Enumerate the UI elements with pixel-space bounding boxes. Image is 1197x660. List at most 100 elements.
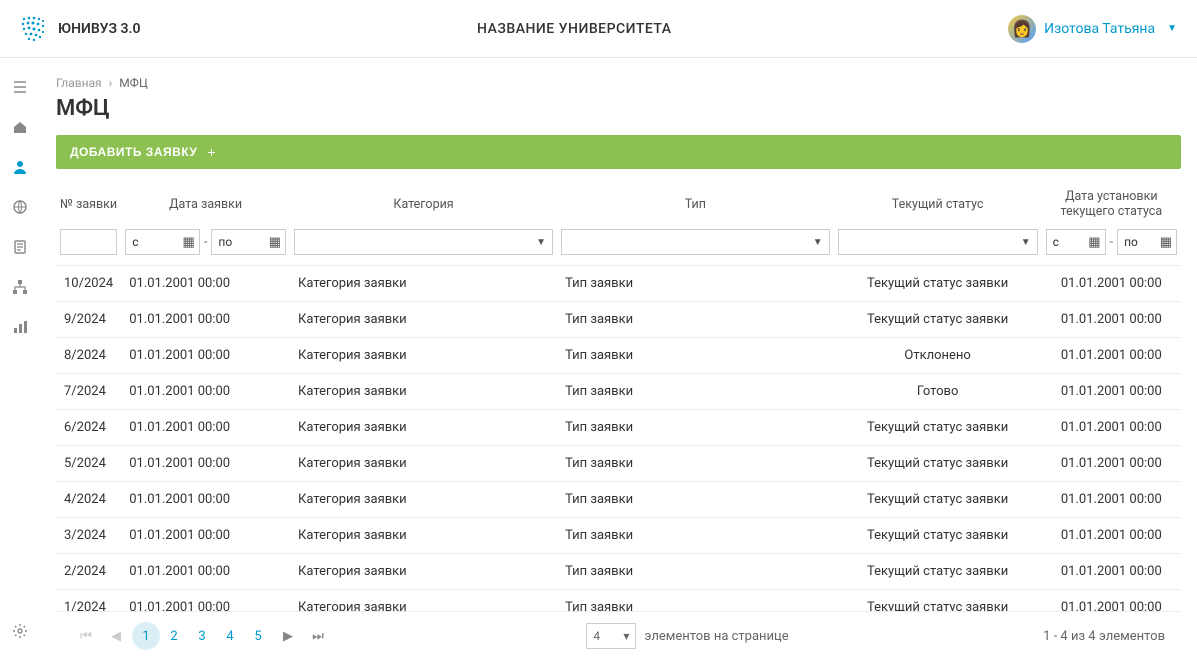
cell-cat: Категория заявки <box>290 410 557 446</box>
pager-page[interactable]: 4 <box>216 622 244 650</box>
cell-status-date: 01.01.2001 00:00 <box>1042 554 1181 590</box>
pager-prev[interactable]: ◀ <box>102 622 130 650</box>
cell-status-date: 01.01.2001 00:00 <box>1042 338 1181 374</box>
table-row[interactable]: 2/202401.01.2001 00:00Категория заявкиТи… <box>56 554 1181 590</box>
menu-icon[interactable] <box>11 78 29 96</box>
table-row[interactable]: 3/202401.01.2001 00:00Категория заявкиТи… <box>56 518 1181 554</box>
cell-status: Готово <box>834 374 1042 410</box>
breadcrumb-root[interactable]: Главная <box>56 76 102 90</box>
cell-status: Текущий статус заявки <box>834 482 1042 518</box>
per-page-label: элементов на странице <box>644 629 788 644</box>
col-num[interactable]: № заявки <box>56 183 121 225</box>
col-type[interactable]: Тип <box>557 183 834 225</box>
cell-status: Текущий статус заявки <box>834 266 1042 302</box>
pager-first[interactable]: ⏮ <box>72 622 100 650</box>
cell-cat: Категория заявки <box>290 518 557 554</box>
cell-status: Текущий статус заявки <box>834 554 1042 590</box>
cell-type: Тип заявки <box>557 266 834 302</box>
cell-num: 1/2024 <box>56 590 121 612</box>
user-menu[interactable]: 👩 Изотова Татьяна ▼ <box>1008 15 1177 43</box>
breadcrumb-current: МФЦ <box>119 76 148 90</box>
pager-last[interactable]: ⏭ <box>304 622 332 650</box>
add-request-button[interactable]: ДОБАВИТЬ ЗАЯВКУ + <box>56 135 1181 169</box>
pager-page[interactable]: 2 <box>160 622 188 650</box>
pager-info: 1 - 4 из 4 элементов <box>1043 629 1165 644</box>
cell-status: Текущий статус заявки <box>834 302 1042 338</box>
pager-page[interactable]: 3 <box>188 622 216 650</box>
table-row[interactable]: 6/202401.01.2001 00:00Категория заявкиТи… <box>56 410 1181 446</box>
cell-date: 01.01.2001 00:00 <box>121 374 290 410</box>
cell-cat: Категория заявки <box>290 266 557 302</box>
filter-num-input[interactable] <box>60 229 117 255</box>
cell-status: Текущий статус заявки <box>834 590 1042 612</box>
filter-cat-dropdown[interactable]: ▼ <box>294 229 553 255</box>
app-header: ЮНИВУЗ 3.0 НАЗВАНИЕ УНИВЕРСИТЕТА 👩 Изото… <box>0 0 1197 58</box>
home-icon[interactable] <box>11 118 29 136</box>
cell-cat: Категория заявки <box>290 302 557 338</box>
table-row[interactable]: 7/202401.01.2001 00:00Категория заявкиТи… <box>56 374 1181 410</box>
cell-num: 5/2024 <box>56 446 121 482</box>
filter-statusdate-from[interactable]: с▦ <box>1046 229 1106 255</box>
pager-page[interactable]: 5 <box>244 622 272 650</box>
cell-type: Тип заявки <box>557 590 834 612</box>
logo-block: ЮНИВУЗ 3.0 <box>20 15 141 43</box>
cell-num: 10/2024 <box>56 266 121 302</box>
cell-date: 01.01.2001 00:00 <box>121 590 290 612</box>
cell-num: 8/2024 <box>56 338 121 374</box>
pager: ⏮ ◀ 12345 ▶ ⏭ 4▾ элементов на странице 1… <box>56 611 1181 660</box>
content: Главная › МФЦ МФЦ ДОБАВИТЬ ЗАЯВКУ + № за… <box>40 58 1197 660</box>
document-icon[interactable] <box>11 238 29 256</box>
cell-cat: Категория заявки <box>290 482 557 518</box>
chart-icon[interactable] <box>11 318 29 336</box>
page-size-dropdown[interactable]: 4▾ <box>586 623 636 649</box>
pager-page[interactable]: 1 <box>132 622 160 650</box>
cell-date: 01.01.2001 00:00 <box>121 338 290 374</box>
table-row[interactable]: 9/202401.01.2001 00:00Категория заявкиТи… <box>56 302 1181 338</box>
cell-status-date: 01.01.2001 00:00 <box>1042 482 1181 518</box>
cell-cat: Категория заявки <box>290 338 557 374</box>
cell-status: Текущий статус заявки <box>834 410 1042 446</box>
cell-date: 01.01.2001 00:00 <box>121 482 290 518</box>
filter-status-dropdown[interactable]: ▼ <box>838 229 1038 255</box>
table-row[interactable]: 1/202401.01.2001 00:00Категория заявкиТи… <box>56 590 1181 612</box>
page-title: МФЦ <box>56 96 1181 121</box>
col-status[interactable]: Текущий статус <box>834 183 1042 225</box>
filter-date-to[interactable]: по▦ <box>211 229 286 255</box>
cell-cat: Категория заявки <box>290 590 557 612</box>
cell-type: Тип заявки <box>557 374 834 410</box>
chevron-down-icon: ▼ <box>536 237 546 248</box>
add-button-label: ДОБАВИТЬ ЗАЯВКУ <box>70 145 197 159</box>
header-title: НАЗВАНИЕ УНИВЕРСИТЕТА <box>141 21 1009 37</box>
plus-icon: + <box>207 144 216 160</box>
cell-num: 4/2024 <box>56 482 121 518</box>
cell-status-date: 01.01.2001 00:00 <box>1042 266 1181 302</box>
table-row[interactable]: 5/202401.01.2001 00:00Категория заявкиТи… <box>56 446 1181 482</box>
table-row[interactable]: 4/202401.01.2001 00:00Категория заявкиТи… <box>56 482 1181 518</box>
table-row[interactable]: 10/202401.01.2001 00:00Категория заявкиТ… <box>56 266 1181 302</box>
cell-type: Тип заявки <box>557 482 834 518</box>
filter-statusdate-to[interactable]: по▦ <box>1117 229 1177 255</box>
col-status-date[interactable]: Дата установки текущего статуса <box>1042 183 1181 225</box>
cell-cat: Категория заявки <box>290 374 557 410</box>
cell-status: Текущий статус заявки <box>834 446 1042 482</box>
cell-status-date: 01.01.2001 00:00 <box>1042 446 1181 482</box>
cell-status-date: 01.01.2001 00:00 <box>1042 410 1181 446</box>
table-row[interactable]: 8/202401.01.2001 00:00Категория заявкиТи… <box>56 338 1181 374</box>
col-date[interactable]: Дата заявки <box>121 183 290 225</box>
hierarchy-icon[interactable] <box>11 278 29 296</box>
cell-date: 01.01.2001 00:00 <box>121 410 290 446</box>
col-cat[interactable]: Категория <box>290 183 557 225</box>
settings-icon[interactable] <box>11 622 29 640</box>
calendar-icon: ▦ <box>1160 235 1172 250</box>
cell-status-date: 01.01.2001 00:00 <box>1042 518 1181 554</box>
cell-date: 01.01.2001 00:00 <box>121 302 290 338</box>
cell-type: Тип заявки <box>557 554 834 590</box>
globe-icon[interactable] <box>11 198 29 216</box>
person-icon[interactable] <box>11 158 29 176</box>
cell-status: Отклонено <box>834 338 1042 374</box>
filter-date-from[interactable]: с▦ <box>125 229 200 255</box>
filter-type-dropdown[interactable]: ▼ <box>561 229 830 255</box>
sidebar <box>0 58 40 660</box>
pager-next[interactable]: ▶ <box>274 622 302 650</box>
cell-num: 2/2024 <box>56 554 121 590</box>
